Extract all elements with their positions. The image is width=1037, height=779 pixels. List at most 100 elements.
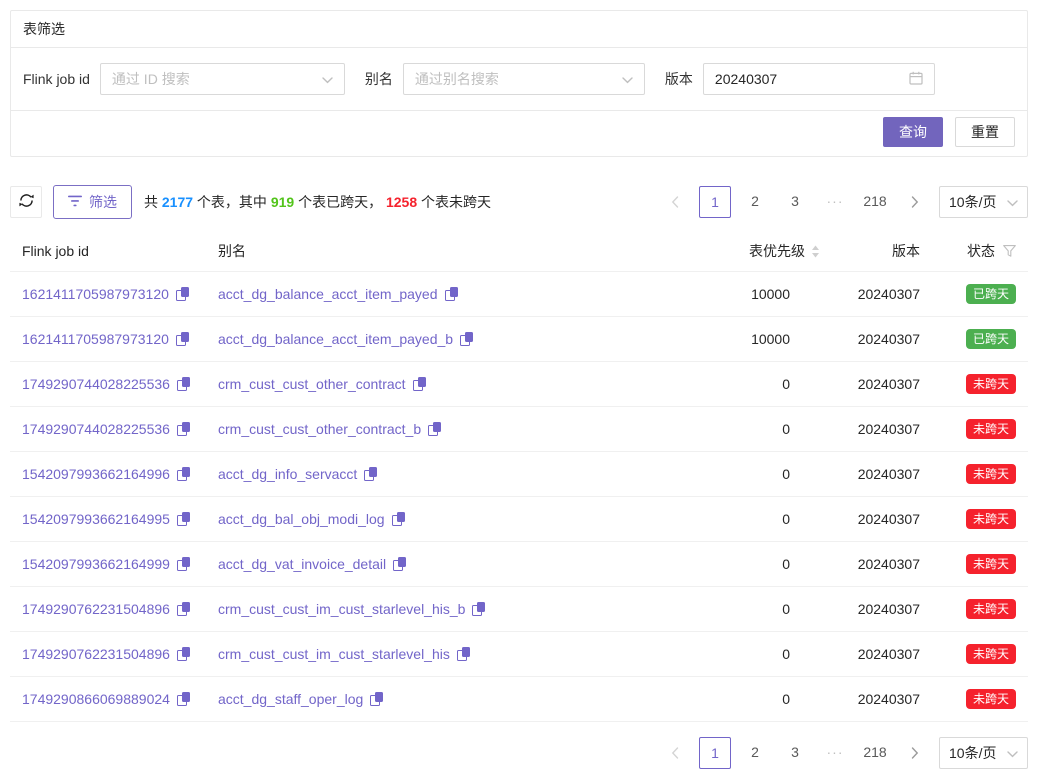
copy-icon[interactable] [177, 602, 190, 616]
flink-job-id-link[interactable]: 1749290762231504896 [22, 646, 170, 662]
copy-icon[interactable] [177, 377, 190, 391]
pagination-prev-button[interactable] [659, 737, 691, 769]
filter-panel-title: 表筛选 [11, 11, 1027, 48]
copy-icon[interactable] [177, 422, 190, 436]
filter-toggle-button[interactable]: 筛选 [53, 185, 132, 219]
version-date-input[interactable] [715, 71, 909, 87]
copy-icon[interactable] [177, 512, 190, 526]
column-header-status-label: 状态 [967, 241, 995, 261]
flink-job-id-link[interactable]: 1621411705987973120 [22, 331, 169, 347]
pagination-prev-button[interactable] [659, 186, 691, 218]
pagination-ellipsis[interactable]: ··· [819, 186, 851, 218]
pagination-ellipsis[interactable]: ··· [819, 737, 851, 769]
alias-field: 别名 通过别名搜索 [365, 63, 645, 95]
alias-link[interactable]: crm_cust_cust_im_cust_starlevel_his_b [218, 601, 465, 617]
status-badge: 未跨天 [966, 644, 1016, 664]
copy-icon[interactable] [176, 287, 189, 301]
copy-icon[interactable] [457, 647, 470, 661]
table-row: 1621411705987973120 acct_dg_balance_acct… [10, 272, 1028, 317]
flink-job-id-link[interactable]: 1749290744028225536 [22, 421, 170, 437]
filter-funnel-icon[interactable] [1003, 245, 1016, 257]
pagination-bottom: 1 2 3 ··· 218 10条/页 [651, 737, 1028, 769]
copy-icon[interactable] [177, 557, 190, 571]
flink-job-id-link[interactable]: 1749290744028225536 [22, 376, 170, 392]
pagination-next-button[interactable] [899, 186, 931, 218]
page-size-value: 10条/页 [949, 192, 996, 212]
query-button[interactable]: 查询 [883, 117, 943, 147]
refresh-button[interactable] [10, 186, 42, 218]
alias-link[interactable]: acct_dg_balance_acct_item_payed [218, 286, 438, 302]
table-row: 1749290744028225536 crm_cust_cust_other_… [10, 362, 1028, 407]
pagination-page-1[interactable]: 1 [699, 186, 731, 218]
pagination-page-3[interactable]: 3 [779, 737, 811, 769]
page-size-select[interactable]: 10条/页 [939, 737, 1028, 769]
alias-link[interactable]: crm_cust_cust_im_cust_starlevel_his [218, 646, 450, 662]
flink-job-id-label: Flink job id [23, 71, 90, 87]
copy-icon[interactable] [392, 512, 405, 526]
version-date-picker[interactable] [703, 63, 935, 95]
table-row: 1749290866069889024 acct_dg_staff_oper_l… [10, 677, 1028, 722]
version-label: 版本 [665, 69, 693, 89]
column-header-priority[interactable]: 表优先级 [690, 241, 820, 261]
flink-job-id-link[interactable]: 1542097993662164995 [22, 511, 170, 527]
status-badge: 未跨天 [966, 689, 1016, 709]
chevron-down-icon [322, 71, 333, 87]
copy-icon[interactable] [428, 422, 441, 436]
alias-link[interactable]: crm_cust_cust_other_contract_b [218, 421, 421, 437]
pagination-page-218[interactable]: 218 [859, 186, 891, 218]
copy-icon[interactable] [472, 602, 485, 616]
alias-link[interactable]: acct_dg_staff_oper_log [218, 691, 363, 707]
table-footer: 1 2 3 ··· 218 10条/页 [10, 737, 1028, 779]
copy-icon[interactable] [364, 467, 377, 481]
flink-job-id-link[interactable]: 1749290866069889024 [22, 691, 170, 707]
priority-cell: 0 [690, 421, 820, 437]
copy-icon[interactable] [413, 377, 426, 391]
version-field: 版本 [665, 63, 935, 95]
page-size-select[interactable]: 10条/页 [939, 186, 1028, 218]
pagination-page-3[interactable]: 3 [779, 186, 811, 218]
version-cell: 20240307 [820, 601, 920, 617]
flink-job-id-link[interactable]: 1542097993662164996 [22, 466, 170, 482]
alias-select[interactable]: 通过别名搜索 [403, 63, 645, 95]
version-cell: 20240307 [820, 286, 920, 302]
alias-link[interactable]: acct_dg_bal_obj_modi_log [218, 511, 385, 527]
alias-link[interactable]: crm_cust_cust_other_contract [218, 376, 406, 392]
filter-fields-row: Flink job id 通过 ID 搜索 别名 通过别名搜索 [11, 48, 1027, 111]
flink-job-id-link[interactable]: 1621411705987973120 [22, 286, 169, 302]
sorter-icon[interactable] [811, 245, 820, 258]
pagination-page-218[interactable]: 218 [859, 737, 891, 769]
pagination-top: 1 2 3 ··· 218 10条/页 [651, 186, 1028, 218]
pagination-next-button[interactable] [899, 737, 931, 769]
version-cell: 20240307 [820, 421, 920, 437]
table-row: 1542097993662164996 acct_dg_info_servacc… [10, 452, 1028, 497]
table-row: 1749290762231504896 crm_cust_cust_im_cus… [10, 587, 1028, 632]
pagination-page-2[interactable]: 2 [739, 737, 771, 769]
reset-button[interactable]: 重置 [955, 117, 1015, 147]
copy-icon[interactable] [177, 692, 190, 706]
calendar-icon [909, 71, 923, 88]
copy-icon[interactable] [393, 557, 406, 571]
pagination-page-1[interactable]: 1 [699, 737, 731, 769]
summary-crossed-count: 919 [271, 194, 294, 210]
filter-icon [68, 194, 82, 210]
priority-cell: 0 [690, 556, 820, 572]
copy-icon[interactable] [176, 332, 189, 346]
pagination-page-2[interactable]: 2 [739, 186, 771, 218]
column-header-alias: 别名 [218, 241, 690, 261]
flink-job-id-select[interactable]: 通过 ID 搜索 [100, 63, 345, 95]
copy-icon[interactable] [177, 467, 190, 481]
status-badge: 已跨天 [966, 284, 1016, 304]
column-header-version: 版本 [820, 241, 920, 261]
alias-link[interactable]: acct_dg_info_servacct [218, 466, 357, 482]
flink-job-id-link[interactable]: 1542097993662164999 [22, 556, 170, 572]
copy-icon[interactable] [177, 647, 190, 661]
copy-icon[interactable] [370, 692, 383, 706]
copy-icon[interactable] [445, 287, 458, 301]
copy-icon[interactable] [460, 332, 473, 346]
alias-link[interactable]: acct_dg_balance_acct_item_payed_b [218, 331, 453, 347]
summary-mid1: 个表，其中 [193, 194, 271, 210]
alias-link[interactable]: acct_dg_vat_invoice_detail [218, 556, 386, 572]
table-row: 1542097993662164999 acct_dg_vat_invoice_… [10, 542, 1028, 587]
flink-job-id-link[interactable]: 1749290762231504896 [22, 601, 170, 617]
priority-cell: 0 [690, 376, 820, 392]
